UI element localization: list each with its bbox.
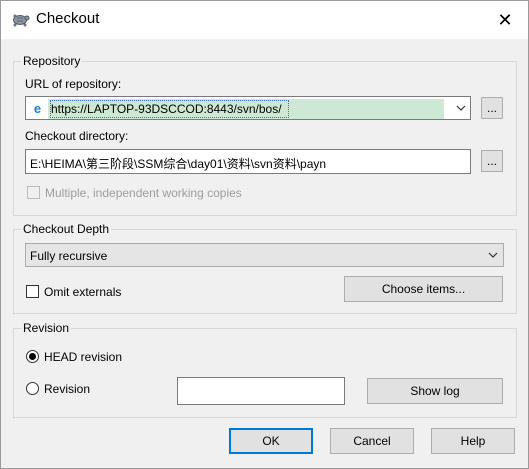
- choose-items-button[interactable]: Choose items...: [344, 276, 503, 302]
- browse-url-button[interactable]: ...: [481, 97, 503, 119]
- help-button[interactable]: Help: [431, 428, 515, 454]
- cancel-button[interactable]: Cancel: [330, 428, 414, 454]
- browse-dir-button[interactable]: ...: [481, 150, 503, 172]
- close-button[interactable]: ✕: [482, 1, 528, 39]
- svg-text:e: e: [34, 101, 41, 116]
- revision-legend: Revision: [23, 321, 70, 335]
- show-log-button[interactable]: Show log: [367, 378, 503, 404]
- checkout-dir-value: E:\HEIMA\第三阶段\SSM综合\day01\资料\svn资料\payn: [30, 157, 327, 171]
- checkout-dir-input[interactable]: E:\HEIMA\第三阶段\SSM综合\day01\资料\svn资料\payn: [25, 149, 471, 174]
- revision-label: Revision: [44, 382, 91, 396]
- revision-radio[interactable]: [26, 382, 39, 395]
- multiple-copies-checkbox[interactable]: [27, 186, 40, 199]
- url-label: URL of repository:: [25, 77, 122, 91]
- depth-select[interactable]: Fully recursive: [25, 243, 504, 267]
- chevron-down-icon: [456, 105, 466, 111]
- title-bar: Checkout ✕: [1, 1, 528, 39]
- checkout-dialog: Checkout ✕ Repository URL of repository:…: [0, 0, 529, 469]
- tortoisesvn-turtle-icon: [13, 14, 30, 27]
- checkout-dir-label: Checkout directory:: [25, 129, 129, 143]
- omit-externals-label: Omit externals: [44, 285, 122, 299]
- url-input-value: https://LAPTOP-93DSCCOD:8443/svn/bos/: [50, 100, 289, 118]
- ok-button[interactable]: OK: [229, 428, 313, 454]
- url-combobox[interactable]: e https://LAPTOP-93DSCCOD:8443/svn/bos/: [25, 96, 471, 120]
- close-icon: ✕: [497, 9, 513, 30]
- window-title: Checkout: [36, 10, 100, 27]
- head-revision-radio[interactable]: [26, 350, 39, 363]
- revision-input[interactable]: [177, 377, 345, 405]
- chevron-down-icon: [488, 252, 498, 258]
- omit-externals-checkbox[interactable]: [26, 285, 39, 298]
- repository-legend: Repository: [23, 54, 81, 68]
- multiple-copies-label: Multiple, independent working copies: [45, 186, 242, 200]
- internet-explorer-icon: e: [30, 101, 45, 116]
- depth-select-value: Fully recursive: [30, 249, 108, 263]
- checkout-depth-legend: Checkout Depth: [23, 222, 110, 236]
- head-revision-label: HEAD revision: [44, 350, 123, 364]
